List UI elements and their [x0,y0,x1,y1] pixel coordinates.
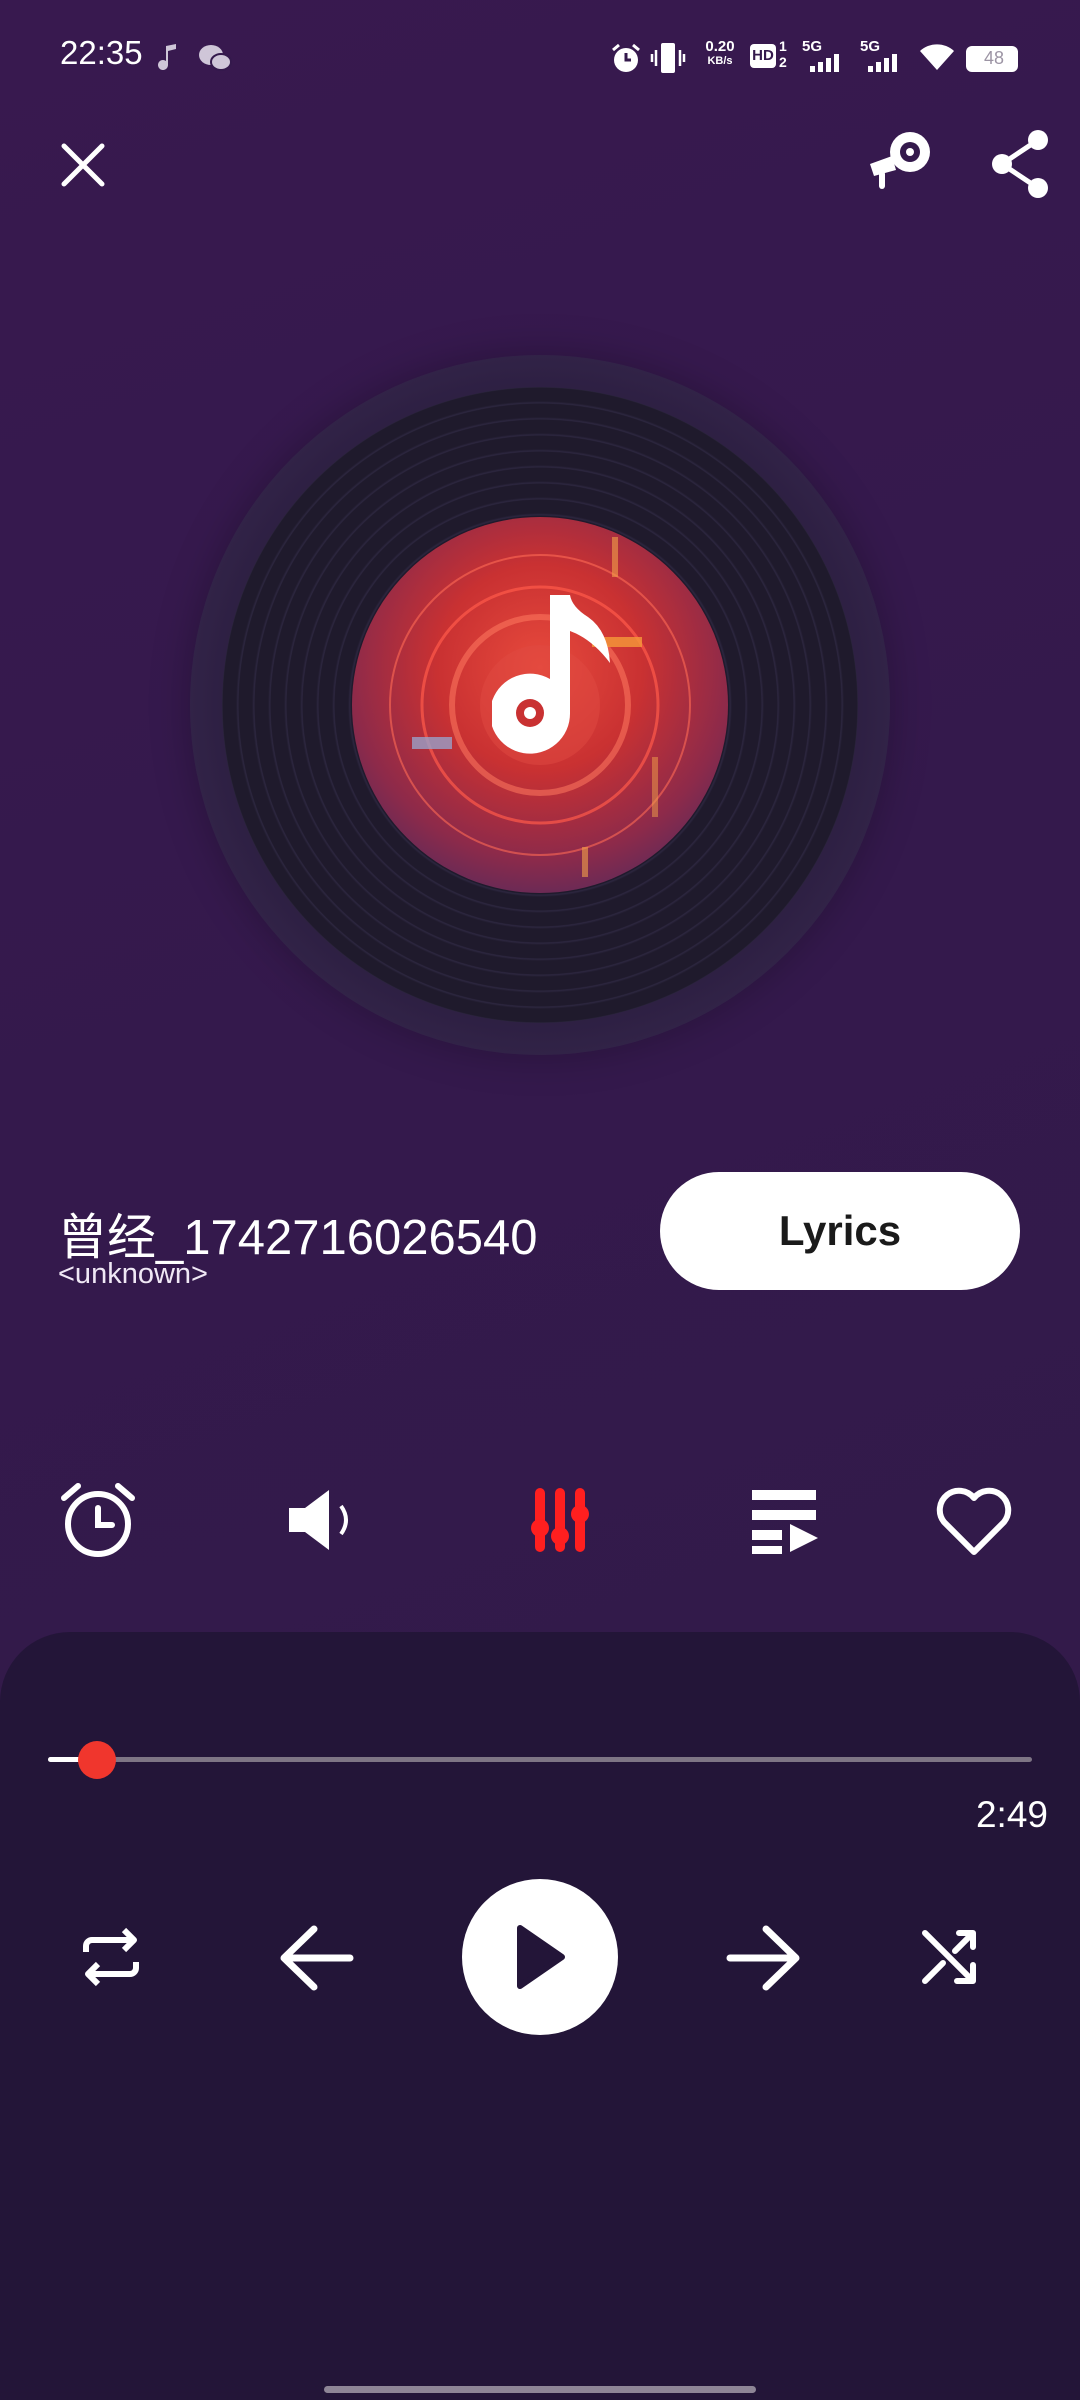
net-speed: 0.20 KB/s [700,38,740,68]
sim-slot: 12 [779,38,787,70]
alarm-icon [612,43,640,72]
toolbar [0,1470,1080,1570]
equalizer-icon [531,1488,589,1552]
status-bar: 22:35 0.20 KB/s HD 12 5G 5G 48 [0,0,1080,110]
sleep-timer-button[interactable] [48,1470,148,1570]
net-speed-unit: KB/s [707,55,733,67]
net-speed-value: 0.20 [705,38,735,55]
hd-icon: HD [750,44,776,68]
shuffle-icon [922,1930,976,1984]
queue-button[interactable] [736,1470,836,1570]
wifi-icon [920,44,954,70]
music-note-icon [158,44,176,70]
progress-thumb[interactable] [78,1741,117,1779]
album-art [352,517,728,893]
wechat-icon [199,45,232,71]
next-icon [726,1925,800,1991]
repeat-button[interactable] [66,1912,156,2002]
cast-icon [870,132,930,189]
battery-level: 48 [984,48,1005,68]
repeat-icon [83,1927,139,1987]
music-note-logo-icon [492,595,610,754]
close-button[interactable] [50,132,116,198]
alarm-timer-icon [61,1483,135,1557]
close-icon [61,143,105,187]
share-button[interactable] [986,128,1058,200]
battery-icon: 48 [966,46,1018,72]
album-disc [190,355,890,1055]
track-duration: 2:49 [975,1794,1048,1835]
equalizer-button[interactable] [510,1470,610,1570]
next-button[interactable] [714,1908,814,2008]
play-icon [517,1925,565,1989]
home-indicator[interactable] [324,2386,756,2393]
share-icon [992,130,1048,198]
song-artist: <unknown> [58,1258,208,1290]
shuffle-button[interactable] [904,1912,994,2002]
previous-icon [280,1925,354,1991]
lyrics-button[interactable]: Lyrics [660,1172,1020,1290]
volume-button[interactable] [274,1470,374,1570]
cast-button[interactable] [866,124,938,196]
queue-icon [752,1490,818,1554]
heart-icon [936,1487,1012,1555]
signal-icon-2: 5G [858,38,908,74]
volume-icon [289,1490,348,1550]
favorite-button[interactable] [924,1470,1024,1570]
signal-icon: 5G [800,38,850,74]
status-time: 22:35 [60,34,143,71]
progress-bar[interactable] [48,1741,1032,1779]
play-button[interactable] [462,1879,618,2035]
previous-button[interactable] [266,1908,366,2008]
vibrate-icon [650,43,686,73]
